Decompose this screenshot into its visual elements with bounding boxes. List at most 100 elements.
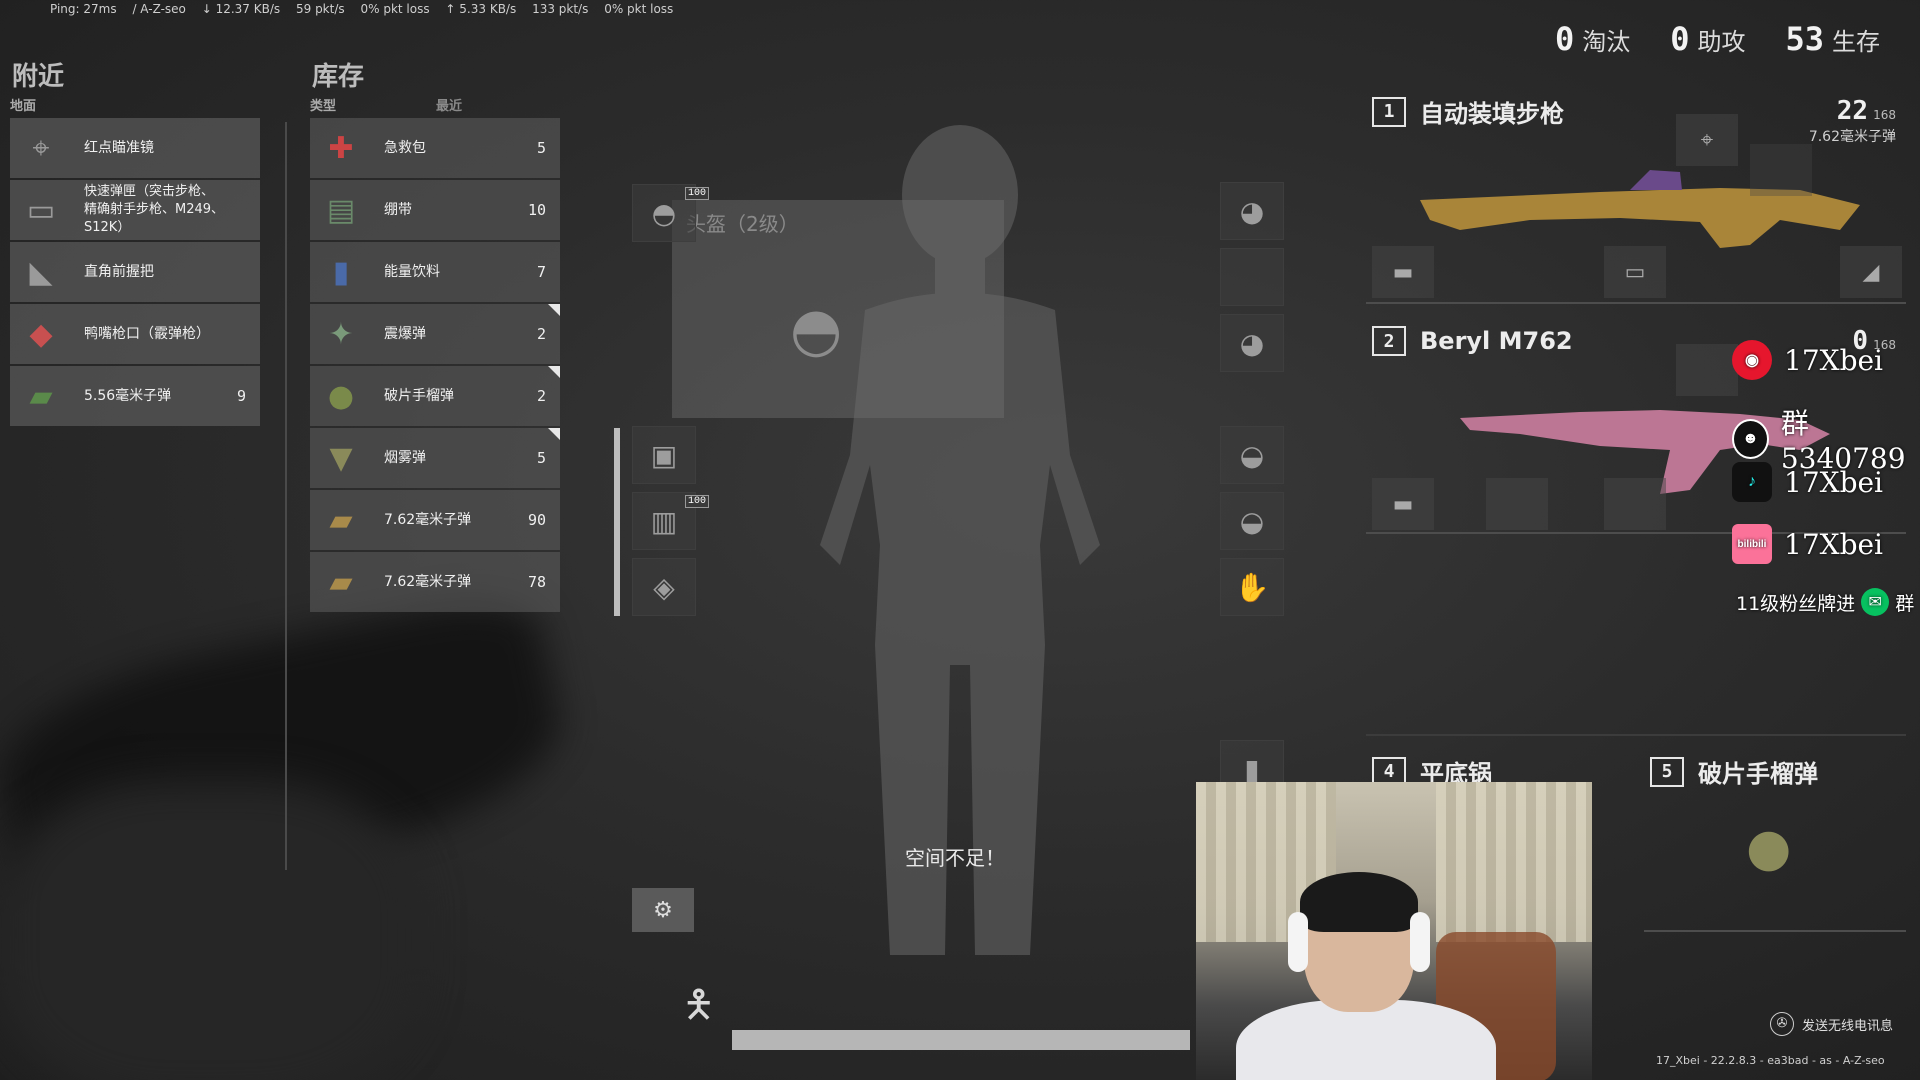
inventory-item[interactable]: ▮ 能量饮料 7 [310,242,560,302]
throwable-frag-icon[interactable]: ● [1746,818,1791,878]
grip-attachment-slot[interactable] [1750,144,1812,196]
weibo-overlay: ◉ 17Xbei [1732,340,1883,380]
shark-mask-icon: ◕ [1239,194,1265,228]
alive-label: 生存 [1832,28,1880,56]
weapon-slot-5-title: 5 破片手榴弹 [1650,754,1818,789]
fan-badge-note: 11级粉丝牌进 ✉ 群 [1736,588,1914,616]
jacket-slot[interactable]: ◒ [1220,426,1284,484]
magazine-attachment-slot[interactable] [1604,478,1666,530]
inventory-item[interactable]: ▰ 7.62毫米子弹 78 [310,552,560,612]
alive-count: 53 [1785,20,1824,58]
streamer-webcam [1196,782,1592,1080]
item-count: 2 [536,325,546,343]
download-rate: ↓ 12.37 KB/s [201,2,281,16]
ammo-762-icon: ▰ [329,502,353,538]
vest-durability-badge: 100 [684,495,709,508]
quickdraw-mag-icon: ▭ [26,192,56,228]
muzzle-attachment-slot[interactable]: ▬ [1372,246,1434,298]
vest-slot[interactable]: ▥ 100 [632,492,709,550]
weapon-name: 自动装填步枪 [1420,100,1564,128]
item-name: 红点瞄准镜 [84,140,154,156]
backpack-slot[interactable]: ▣ [632,426,696,484]
jacket-icon: ◒ [1239,438,1265,472]
item-name: 5.56毫米子弹 [84,388,172,404]
item-name: 鸭嘴枪口（霰弹枪） [84,326,210,342]
item-name: 烟雾弹 [384,450,426,466]
inventory-item[interactable]: ✚ 急救包 5 [310,118,560,178]
belt-slot[interactable]: ◈ [632,558,696,616]
nearby-item[interactable]: ⌖ 红点瞄准镜 [10,118,260,178]
helmet-durability-badge: 100 [684,187,709,200]
inventory-item[interactable]: ✦ 震爆弹 2 [310,304,560,364]
inventory-item[interactable]: ▰ 7.62毫米子弹 90 [310,490,560,550]
ping-text: Ping: 27ms [50,2,117,16]
helmet-icon: ◓ [651,196,677,230]
shirt-slot[interactable]: ◒ [1220,492,1284,550]
fan-note-text: 11级粉丝牌进 [1736,592,1856,615]
suppressor-icon: ▬ [1392,259,1414,285]
weapon-slot-1-title: 1 自动装填步枪 [1372,94,1564,129]
inventory-item[interactable]: ● 破片手榴弹 2 [310,366,560,426]
vest-icon: ▥ [650,504,678,538]
compensator-icon: ▬ [1392,491,1414,517]
mask-slot[interactable]: ◕ [1220,182,1284,240]
scope-attachment-slot[interactable] [1676,344,1738,396]
sort-by-recent-tab[interactable]: 最近 [436,95,462,114]
alive-stat: 53 生存 [1785,20,1880,58]
frag-grenade-icon: ● [327,378,355,414]
hat-slot[interactable]: ◕ [1220,314,1284,372]
item-count: 2 [536,387,546,405]
inventory-header: 库存 [312,62,365,92]
nearby-item[interactable]: ▭ 快速弹匣（突击步枪、精确射手步枪、M249、S12K） [10,180,260,240]
inventory-item-list: ✚ 急救包 5 ▤ 绷带 10 ▮ 能量饮料 7 ✦ 震爆弹 2 ● 破片手榴弹… [310,118,560,612]
helmet-slot[interactable]: ◓ 100 [632,184,709,242]
webcam-curtain-right [1436,782,1592,942]
weapon-slot-number: 2 [1372,326,1406,356]
upload-loss: 0% pkt loss [604,2,674,16]
muzzle-attachment-slot[interactable]: ▬ [1372,478,1434,530]
item-count: 5 [536,449,546,467]
scope-attachment-slot[interactable]: ⌖ [1676,114,1738,166]
inventory-item[interactable]: ▤ 绷带 10 [310,180,560,240]
radio-icon: ✇ [1770,1012,1794,1036]
item-name: 震爆弹 [384,326,426,342]
item-count: 7 [536,263,546,281]
webcam-streamer-hair [1300,872,1418,932]
inventory-item[interactable]: ▼ 烟雾弹 5 [310,428,560,488]
kills-stat: 0 淘汰 [1555,20,1630,58]
douyin-handle: 17Xbei [1784,465,1884,499]
nearby-item[interactable]: ◣ 直角前握把 [10,242,260,302]
build-info-text: 17_Xbei - 22.2.8.3 - ea3bad - as - A-Z-s… [1656,1054,1885,1067]
pants-icon: ▮ [1244,752,1260,786]
character-gear-icon: ⚙ [653,897,673,923]
bandage-icon: ▤ [326,192,356,228]
bilibili-logo-icon: bilibili [1732,524,1772,564]
fan-note-suffix: 群 [1895,592,1915,615]
nearby-item[interactable]: ◆ 鸭嘴枪口（霰弹枪） [10,304,260,364]
magazine-attachment-slot[interactable]: ▭ [1604,246,1666,298]
new-item-flag-icon [548,428,560,440]
backpack-capacity-bar [614,428,620,616]
ammo-type: 7.62毫米子弹 [1808,129,1896,145]
eyewear-slot[interactable] [1220,248,1284,306]
background-hand-blur [0,780,420,1080]
bilibili-handle: 17Xbei [1784,527,1884,561]
ammo-762-icon: ▰ [329,564,353,600]
energy-drink-icon: ▮ [332,254,350,290]
radio-message-hint[interactable]: ✇ 发送无线电讯息 [1770,1012,1893,1036]
item-count: 5 [536,139,546,157]
first-aid-icon: ✚ [328,130,354,166]
download-pkts: 59 pkt/s [295,2,345,16]
item-count: 10 [527,201,546,219]
grip-attachment-slot[interactable] [1486,478,1548,530]
gloves-slot[interactable]: ✋ [1220,558,1284,616]
nearby-item[interactable]: ▰ 5.56毫米子弹 9 [10,366,260,426]
character-settings-button[interactable]: ⚙ [632,888,694,932]
assists-stat: 0 助攻 [1670,20,1745,58]
weapon-slot-number: 5 [1650,756,1684,787]
stock-attachment-slot[interactable]: ◢ [1840,246,1902,298]
item-count: 9 [236,387,246,405]
cheek-pad-icon: ◢ [1862,259,1880,285]
sort-by-type-tab[interactable]: 类型 [310,95,336,114]
health-bar [732,1030,1190,1050]
